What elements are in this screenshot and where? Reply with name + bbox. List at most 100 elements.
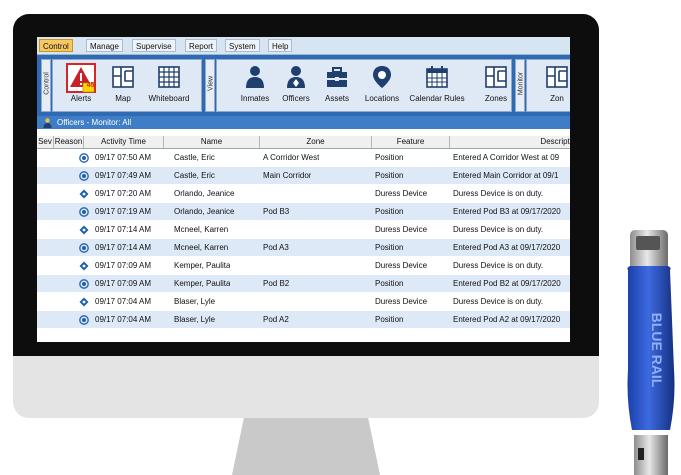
assets-button[interactable]: Assets [317,63,357,111]
table-row[interactable]: 09/17 07:04 AM Blaser, Lyle Pod A2 Position… [37,311,570,328]
menu-system[interactable]: System [225,39,260,52]
table-row[interactable]: 09/17 07:09 AM Kemper, Paulita Pod B2 Posit… [37,275,570,292]
menu-supervise[interactable]: Supervise [132,39,176,52]
zones-button[interactable]: Zones [476,63,516,111]
table-row[interactable]: 09/17 07:19 AM Orlando, Jeanice Pod B3 Posi… [37,203,570,220]
map-pin-icon [373,66,391,88]
cell-name: Orlando, Jeanice [174,189,235,198]
cell-feature: Duress Device [375,297,428,306]
cell-name: Mcneel, Karren [174,225,229,234]
locations-button[interactable]: Locations [362,63,402,111]
cell-name: Blaser, Lyle [174,297,216,306]
menu-bar: Control Manage Supervise Report System H… [37,37,570,55]
locking-pen-device: BLUE RAIL [627,230,675,475]
cell-name: Orlando, Jeanice [174,207,235,216]
cell-zone: Pod B3 [263,207,290,216]
cell-time: 09/17 07:04 AM [95,297,152,306]
column-header-activity-time[interactable]: Activity Time [84,136,164,148]
officer-icon [287,66,305,88]
cell-feature: Position [375,243,404,252]
inmates-button[interactable]: Inmates [235,63,275,111]
cell-feature: Position [375,171,404,180]
duress-tag-icon [79,189,89,199]
zones-plan-icon [485,66,507,88]
menu-report[interactable]: Report [185,39,218,52]
cell-zone: Pod A2 [263,315,289,324]
zones-label: Zones [484,94,508,103]
calendar-rules-label: Calendar Rules [409,94,465,103]
table-row[interactable]: 09/17 07:50 AM Castle, Eric A Corridor Wes… [37,149,570,166]
alerts-count-badge: 45 [86,82,95,89]
cell-name: Kemper, Paulita [174,261,231,270]
cell-feature: Duress Device [375,189,428,198]
grid-board-icon [158,66,180,88]
column-header-name[interactable]: Name [164,136,260,148]
cell-time: 09/17 07:14 AM [95,243,152,252]
cell-name: Mcneel, Karren [174,243,229,252]
cell-feature: Position [375,279,404,288]
table-row[interactable]: 09/17 07:49 AM Castle, Eric Main Corridor P… [37,167,570,184]
column-header-reason[interactable]: Reason [54,136,84,148]
device-brand-text: BLUE RAIL [649,313,665,388]
alerts-button[interactable]: 45 Alerts [61,63,101,111]
table-row[interactable]: 09/17 07:14 AM Mcneel, Karren Pod A3 Positi… [37,239,570,256]
whiteboard-label: Whiteboard [148,94,190,103]
monitor-stand [232,418,380,475]
person-icon [246,66,264,88]
monitor-zones-button[interactable]: Zon [537,63,570,111]
cell-feature: Duress Device [375,225,428,234]
cell-desc: Duress Device is on duty. [453,189,544,198]
cell-zone: A Corridor West [263,153,320,162]
cell-desc: Duress Device is on duty. [453,225,544,234]
table-row[interactable]: 09/17 07:04 AM Blaser, Lyle Duress Device D… [37,293,570,310]
duress-tag-icon [79,225,89,235]
filter-bar: Officers - Monitor: All [37,116,570,129]
officer-filter-icon [43,118,52,128]
calendar-rules-button[interactable]: Calendar Rules [409,63,465,111]
menu-control[interactable]: Control [39,39,73,52]
floor-plan-icon [112,66,134,88]
table-row[interactable]: 09/17 07:14 AM Mcneel, Karren Duress Devic… [37,221,570,238]
column-header-feature[interactable]: Feature [372,136,450,148]
cell-feature: Position [375,153,404,162]
column-header-description[interactable]: Descriptio [450,136,570,148]
cell-time: 09/17 07:49 AM [95,171,152,180]
position-target-icon [79,171,89,181]
map-button[interactable]: Map [103,63,143,111]
menu-help[interactable]: Help [268,39,293,52]
cell-name: Castle, Eric [174,171,215,180]
cell-time: 09/17 07:19 AM [95,207,152,216]
officers-button[interactable]: Officers [276,63,316,111]
app-screen: Control Manage Supervise Report System H… [37,37,570,342]
monitor-zones-icon [546,66,568,88]
cell-time: 09/17 07:09 AM [95,279,152,288]
cell-desc: Entered Pod A3 at 09/17/2020 [453,243,561,252]
monitor-zones-label: Zon [550,94,564,103]
cell-desc: Entered Main Corridor at 09/1 [453,171,559,180]
table-header: Sev Reason Activity Time Name Zone Featu… [37,136,570,149]
table-row[interactable]: 09/17 07:20 AM Orlando, Jeanice Duress Dev… [37,185,570,202]
cell-time: 09/17 07:50 AM [95,153,152,162]
column-header-sev[interactable]: Sev [37,136,54,148]
cell-name: Castle, Eric [174,153,215,162]
cell-feature: Position [375,315,404,324]
menu-manage[interactable]: Manage [86,39,123,52]
position-target-icon [79,153,89,163]
position-target-icon [79,279,89,289]
cell-zone: Pod B2 [263,279,290,288]
cell-time: 09/17 07:14 AM [95,225,152,234]
ribbon-group-view-label: View [205,59,215,112]
filter-title: Officers - Monitor: All [57,118,132,127]
cell-zone: Main Corridor [263,171,312,180]
cell-desc: Entered Pod A2 at 09/17/2020 [453,315,561,324]
duress-tag-icon [79,297,89,307]
column-header-zone[interactable]: Zone [260,136,372,148]
whiteboard-button[interactable]: Whiteboard [149,63,189,111]
cell-feature: Position [375,207,404,216]
cell-time: 09/17 07:09 AM [95,261,152,270]
table-row[interactable]: 09/17 07:09 AM Kemper, Paulita Duress Devi… [37,257,570,274]
duress-tag-icon [79,261,89,271]
cell-desc: Duress Device is on duty. [453,261,544,270]
position-target-icon [79,207,89,217]
ribbon-group-control-label: Control [41,59,51,112]
